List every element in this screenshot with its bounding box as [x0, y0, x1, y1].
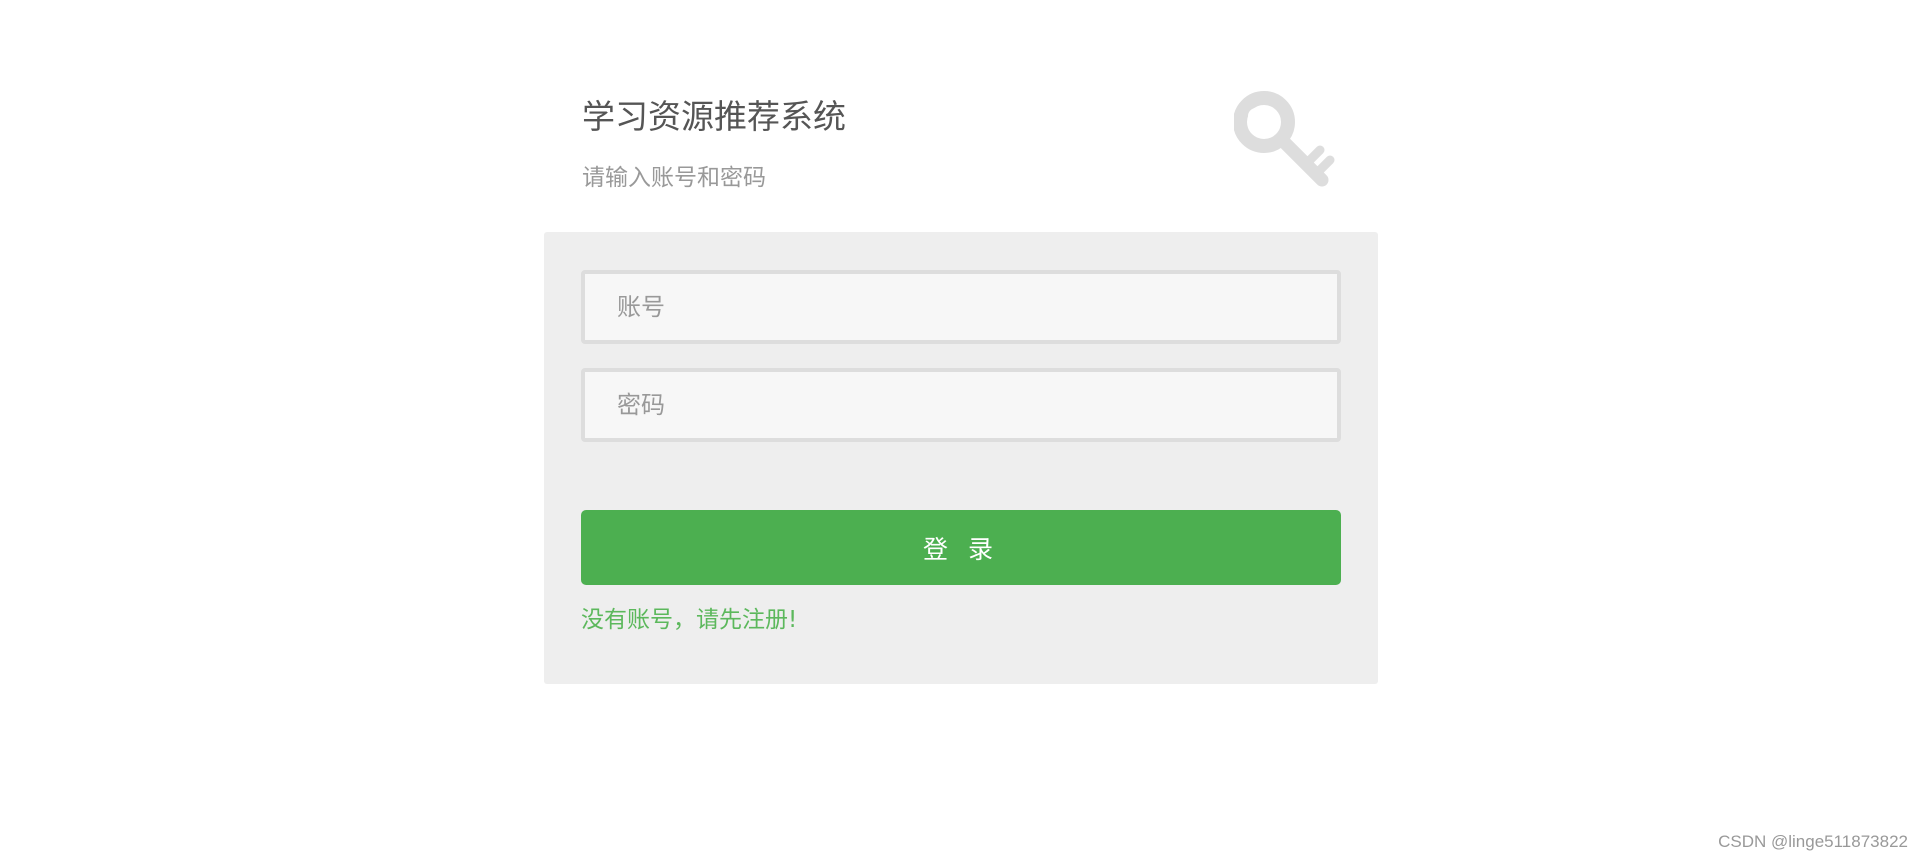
login-header: 学习资源推荐系统 请输入账号和密码: [544, 70, 1378, 232]
watermark: CSDN @linge511873822: [1718, 832, 1908, 851]
account-input[interactable]: [581, 270, 1341, 344]
key-icon: [1234, 91, 1335, 187]
password-input[interactable]: [581, 368, 1341, 442]
login-form: 登 录 没有账号，请先注册!: [544, 232, 1378, 684]
register-link[interactable]: 没有账号，请先注册!: [581, 600, 797, 634]
login-box: 学习资源推荐系统 请输入账号和密码 登 录 没有账号，请先注册!: [544, 70, 1378, 684]
login-button[interactable]: 登 录: [581, 510, 1341, 585]
login-page: 学习资源推荐系统 请输入账号和密码 登 录 没有账号，请先注册! CSDN @l…: [0, 0, 1920, 864]
page-subtitle: 请输入账号和密码: [582, 165, 766, 191]
page-title: 学习资源推荐系统: [582, 97, 846, 136]
